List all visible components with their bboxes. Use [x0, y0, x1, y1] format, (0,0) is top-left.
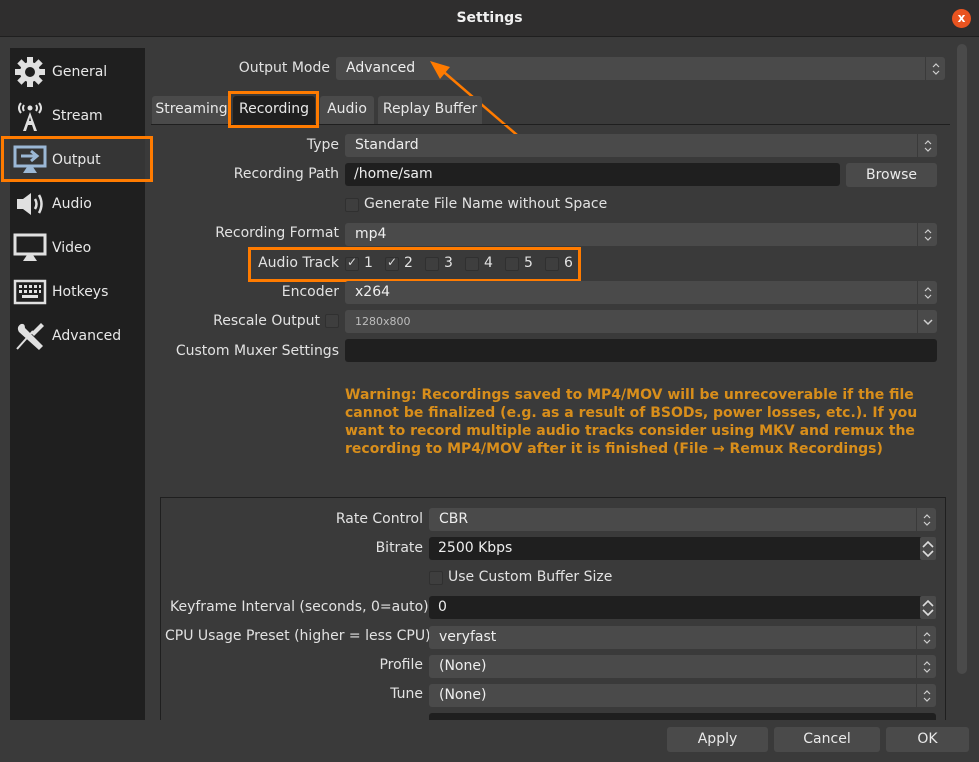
custom-muxer-input[interactable]: [345, 339, 937, 362]
tools-icon: [12, 318, 48, 354]
profile-value: (None): [439, 658, 487, 674]
rate-control-value: CBR: [439, 511, 469, 527]
recording-tab-highlight-box: [228, 91, 319, 128]
tab-replay-buffer[interactable]: Replay Buffer: [378, 96, 482, 124]
bitrate-label: Bitrate: [375, 540, 423, 556]
recording-format-value: mp4: [355, 226, 387, 242]
cpu-preset-value: veryfast: [439, 629, 497, 645]
audio-track-highlight-box: [248, 247, 581, 282]
updown-chevron-icon: [917, 281, 937, 304]
sidebar-item-video[interactable]: Video: [10, 226, 145, 270]
rate-control-select[interactable]: CBR: [429, 508, 936, 531]
sidebar-item-audio[interactable]: Audio: [10, 182, 145, 226]
bitrate-spinbox[interactable]: 2500 Kbps: [429, 537, 936, 560]
recording-path-label: Recording Path: [233, 166, 339, 182]
cpu-preset-label: CPU Usage Preset (higher = less CPU): [165, 628, 431, 644]
sidebar-item-stream[interactable]: Stream: [10, 94, 145, 138]
rate-control-label: Rate Control: [335, 511, 423, 527]
tune-select[interactable]: (None): [429, 684, 936, 707]
spin-up-down-icon[interactable]: [920, 537, 936, 560]
tab-streaming[interactable]: Streaming: [152, 96, 231, 124]
monitor-icon: [12, 230, 48, 266]
sidebar-item-hotkeys[interactable]: Hotkeys: [10, 270, 145, 314]
updown-chevron-icon: [925, 57, 945, 80]
custom-buffer-label: Use Custom Buffer Size: [448, 569, 613, 585]
bitrate-value: 2500 Kbps: [438, 540, 513, 556]
cancel-button[interactable]: Cancel: [774, 727, 880, 752]
output-mode-label: Output Mode: [238, 60, 330, 76]
sidebar-item-label: Hotkeys: [52, 284, 109, 300]
keyframe-interval-value: 0: [438, 599, 447, 615]
spin-up-down-icon[interactable]: [920, 596, 936, 619]
recording-format-label: Recording Format: [215, 225, 339, 241]
recording-path-value: /home/sam: [354, 166, 433, 182]
rescale-output-checkbox[interactable]: [325, 314, 339, 328]
custom-buffer-checkbox[interactable]: [429, 571, 443, 585]
profile-select[interactable]: (None): [429, 655, 936, 678]
close-icon: x: [957, 11, 966, 25]
sidebar-item-label: Audio: [52, 196, 92, 212]
encoder-label: Encoder: [281, 284, 339, 300]
speaker-icon: [12, 186, 48, 222]
generate-filename-label: Generate File Name without Space: [364, 196, 608, 212]
type-value: Standard: [355, 137, 419, 153]
window-title: Settings: [456, 10, 523, 26]
sidebar-item-label: General: [52, 64, 108, 80]
apply-button[interactable]: Apply: [667, 727, 768, 752]
tune-label: Tune: [390, 686, 423, 702]
encoder-select[interactable]: x264: [345, 281, 937, 304]
output-highlight-box: [1, 136, 153, 182]
updown-chevron-icon: [916, 684, 936, 707]
mp4-warning-text: Warning: Recordings saved to MP4/MOV wil…: [345, 387, 918, 457]
keyframe-interval-label: Keyframe Interval (seconds, 0=auto): [170, 599, 429, 615]
rescale-output-label: Rescale Output: [213, 313, 320, 329]
chevron-down-icon: [917, 310, 937, 333]
broadcast-tower-icon: [12, 98, 48, 134]
scrollbar-thumb[interactable]: [957, 44, 967, 674]
sidebar-item-general[interactable]: General: [10, 50, 145, 94]
updown-chevron-icon: [917, 134, 937, 157]
type-label: Type: [306, 137, 339, 153]
type-select[interactable]: Standard: [345, 134, 937, 157]
generate-filename-checkbox[interactable]: [345, 198, 359, 212]
keyframe-interval-spinbox[interactable]: 0: [429, 596, 936, 619]
updown-chevron-icon: [916, 508, 936, 531]
updown-chevron-icon: [916, 655, 936, 678]
x264-options-input[interactable]: [429, 713, 936, 720]
keyboard-icon: [12, 274, 48, 310]
sidebar-item-label: Advanced: [52, 328, 122, 344]
sidebar-item-label: Video: [52, 240, 92, 256]
rescale-resolution-select[interactable]: 1280x800: [345, 310, 937, 333]
sidebar-item-label: Stream: [52, 108, 103, 124]
recording-format-select[interactable]: mp4: [345, 223, 937, 246]
recording-path-input[interactable]: /home/sam: [345, 163, 840, 186]
encoder-value: x264: [355, 284, 391, 300]
tune-value: (None): [439, 687, 487, 703]
rescale-resolution-value: 1280x800: [355, 315, 411, 328]
title-bar: Settings x: [0, 0, 979, 37]
gear-icon: [12, 54, 48, 90]
sidebar-item-advanced[interactable]: Advanced: [10, 314, 145, 358]
close-button[interactable]: x: [952, 9, 971, 28]
updown-chevron-icon: [917, 223, 937, 246]
ok-button[interactable]: OK: [886, 727, 969, 752]
tab-audio[interactable]: Audio: [320, 96, 374, 124]
custom-muxer-label: Custom Muxer Settings: [175, 343, 339, 359]
updown-chevron-icon: [916, 626, 936, 649]
profile-label: Profile: [379, 657, 423, 673]
output-mode-value: Advanced: [346, 60, 416, 76]
cpu-preset-select[interactable]: veryfast: [429, 626, 936, 649]
browse-button[interactable]: Browse: [846, 163, 937, 187]
